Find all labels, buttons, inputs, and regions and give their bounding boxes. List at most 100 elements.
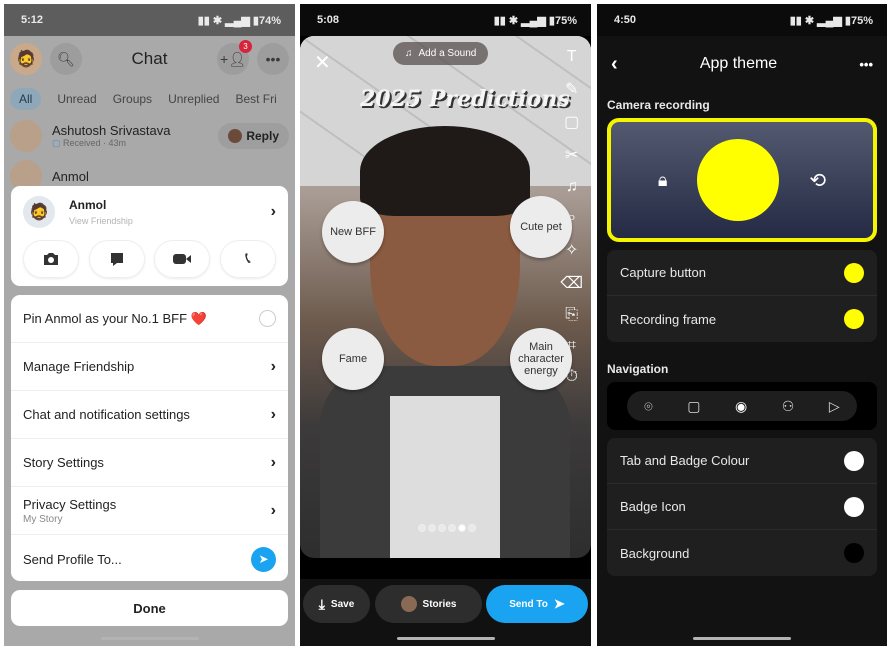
chat-screen: 5:12 ▮▮ ✱ ▂▄▆ ▮74% 🧔 🔍︎ Chat +👤︎ 3 ••• Al… [4,4,295,646]
reply-button[interactable]: Reply [218,123,289,149]
stories-button[interactable]: Stories [375,585,482,623]
page-title: App theme [699,55,778,72]
profile-card: 🧔 Anmol View Friendship › 📞︎ [11,186,288,286]
chevron-right-icon: › [270,453,276,471]
flip-camera-icon: ⟲ [809,169,827,192]
chat-row[interactable]: Ashutosh Srivastava ▢ Received · 43m Rep… [4,116,295,156]
send-icon: ➤ [251,546,276,572]
chat-icon [110,253,123,266]
view-friendship-row[interactable]: 🧔 Anmol View Friendship › [23,196,276,228]
scissors-icon[interactable]: ✂ [565,145,578,165]
header: ‹ App theme ••• [597,36,887,92]
pencil-icon[interactable]: ✎ [565,79,578,99]
status-time: 4:50 [614,14,637,26]
status-battery: ▮▮ ✱ ▂▄▆ ▮75% [789,14,873,27]
color-swatch[interactable] [844,543,864,563]
play-icon: ▷ [828,397,840,414]
avatar [10,120,42,152]
menu-item-privacy-settings[interactable]: Privacy Settings My Story › [11,487,288,535]
camera-button[interactable] [23,240,79,278]
menu-item-manage-friendship[interactable]: Manage Friendship › [11,343,288,391]
search-button[interactable]: 🔍︎ [50,43,82,75]
status-battery: ▮▮ ✱ ▂▄▆ ▮75% [493,14,577,27]
filter-groups[interactable]: Groups [113,92,152,106]
color-swatch[interactable] [844,262,864,283]
profile-avatar[interactable]: 🧔 [10,43,42,75]
sticker-icon[interactable]: ▢ [564,112,579,132]
menu-item-send-profile[interactable]: Send Profile To... ➤ [11,535,288,583]
chat-name: Anmol [52,168,89,184]
chevron-right-icon: › [270,405,276,423]
chevron-right-icon: › [270,501,276,519]
save-button[interactable]: ⤓ Save [303,585,370,623]
bubble-main-character-energy[interactable]: Main character energy [510,328,572,390]
send-to-button[interactable]: Send To ➤ [486,585,588,623]
color-swatch[interactable] [844,496,864,517]
bubble-cute-pet[interactable]: Cute pet [510,196,572,258]
view-friendship-label: View Friendship [69,216,133,226]
status-time: 5:08 [317,14,340,26]
badge-icon-row[interactable]: Badge Icon [607,484,877,530]
capture-button-row[interactable]: Capture button [607,250,877,296]
home-indicator [100,637,199,640]
status-bar: 5:12 ▮▮ ✱ ▂▄▆ ▮74% [4,4,295,36]
add-friend-icon: +👤︎ [220,50,246,67]
more-icon[interactable]: ••• [859,57,873,72]
home-indicator [693,637,791,640]
chevron-right-icon: › [270,357,276,375]
color-swatch[interactable] [844,309,864,329]
map-pin-icon: ⌾ [644,397,653,414]
chevron-right-icon: › [270,203,276,220]
add-sound-button[interactable]: ♫ Add a Sound [393,42,489,65]
music-icon[interactable]: ♫ [566,178,578,196]
search-icon: 🔍︎ [57,50,75,67]
back-icon[interactable]: ‹ [611,53,618,76]
camera-icon: ◉ [735,397,748,414]
snap-photo[interactable]: ✕ ♫ Add a Sound 2025 Predictions T ✎ ▢ ✂ … [300,36,591,558]
menu-item-story-settings[interactable]: Story Settings › [11,439,288,487]
eraser-icon[interactable]: ⌫ [560,273,583,293]
status-bar: 4:50 ▮▮ ✱ ▂▄▆ ▮75% [597,4,887,36]
friend-request-badge: 3 [239,40,252,53]
done-button[interactable]: Done [11,590,288,626]
chat-name: Ashutosh Srivastava [52,123,171,138]
filter-unread[interactable]: Unread [57,92,96,106]
video-call-button[interactable] [154,240,211,278]
tab-badge-colour-row[interactable]: Tab and Badge Colour [607,438,877,484]
home-indicator [396,637,495,640]
download-icon: ⤓ [318,595,325,612]
more-button[interactable]: ••• [257,43,289,75]
text-icon[interactable]: T [567,48,577,66]
camera-settings-group: Capture button Recording frame [607,250,877,342]
paperclip-icon[interactable]: ⎘ [565,306,578,324]
bubble-new-bff[interactable]: New BFF [322,201,384,263]
add-friend-button[interactable]: +👤︎ 3 [217,40,252,75]
navigation-heading: Navigation [607,362,669,376]
more-icon: ••• [265,51,281,67]
pin-radio[interactable] [259,310,276,327]
background-row[interactable]: Background [607,530,877,576]
chat-status: ▢ Received · 43m [52,138,127,148]
menu-item-chat-notification-settings[interactable]: Chat and notification settings › [11,391,288,439]
navigation-preview: ⌾ ▢ ◉ ⚇ ▷ [607,382,877,430]
filter-best-friends[interactable]: Best Fri [235,92,276,106]
close-icon[interactable]: ✕ [314,50,331,75]
filter-unreplied[interactable]: Unreplied [168,92,219,106]
menu-item-pin-bff[interactable]: Pin Anmol as your No.1 BFF ❤️ [11,295,288,343]
camera-recording-heading: Camera recording [607,98,710,112]
bubble-fame[interactable]: Fame [322,328,384,390]
sticker-title[interactable]: 2025 Predictions [360,86,570,112]
capture-button-preview [697,139,780,221]
send-bar: ⤓ Save Stories Send To ➤ [300,579,591,646]
status-bar: 5:08 ▮▮ ✱ ▂▄▆ ▮75% [300,4,591,36]
color-swatch[interactable] [844,450,864,471]
friend-avatar: 🧔 [23,196,55,228]
chat-button[interactable] [88,240,145,278]
friend-options-menu: Pin Anmol as your No.1 BFF ❤️ Manage Fri… [11,295,288,581]
snap-editor-screen: 5:08 ▮▮ ✱ ▂▄▆ ▮75% ✕ ♫ Add a Sound 2025 P… [300,4,591,646]
voice-call-button[interactable]: 📞︎ [219,240,276,278]
chat-icon: ▢ [687,397,701,414]
filter-all[interactable]: All [10,88,42,110]
recording-frame-row[interactable]: Recording frame [607,296,877,342]
chat-header: 🧔 🔍︎ Chat +👤︎ 3 ••• [4,36,295,82]
